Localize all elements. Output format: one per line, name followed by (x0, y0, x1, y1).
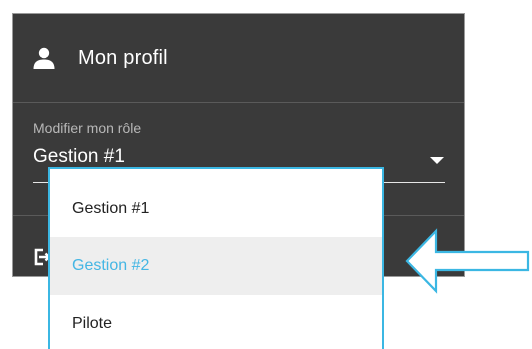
profile-menu-item[interactable]: Mon profil (13, 14, 464, 102)
role-option-gestion-1[interactable]: Gestion #1 (50, 180, 382, 238)
profile-label: Mon profil (78, 46, 168, 69)
user-icon (33, 47, 55, 69)
callout-arrow-icon (405, 228, 530, 294)
divider (13, 102, 464, 103)
role-select-value[interactable]: Gestion #1 (33, 146, 125, 168)
screen: Mon profil Modifier mon rôle Gestion #1 … (0, 0, 532, 349)
role-dropdown-menu: Gestion #1 Gestion #2 Pilote (48, 167, 384, 349)
role-option-gestion-2[interactable]: Gestion #2 (50, 237, 382, 295)
role-option-pilote[interactable]: Pilote (50, 295, 382, 349)
role-select-caption: Modifier mon rôle (33, 120, 142, 136)
dropdown-arrow-icon[interactable] (430, 157, 444, 164)
